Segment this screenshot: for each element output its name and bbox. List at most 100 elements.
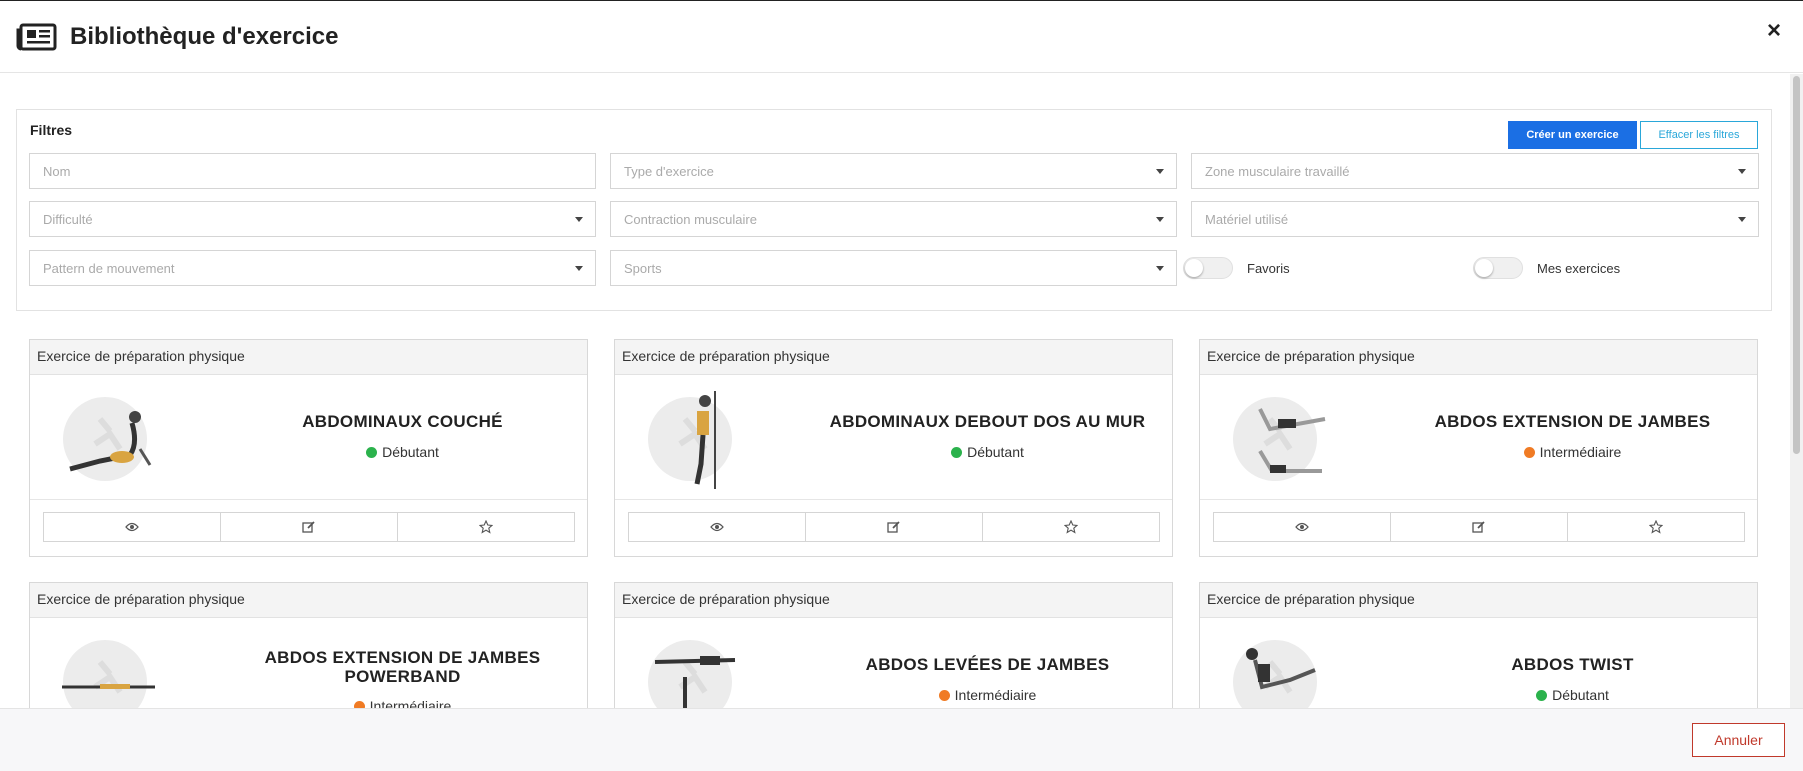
my-exercises-toggle-group: Mes exercices xyxy=(1473,257,1620,279)
exercise-illustration xyxy=(63,397,152,481)
star-icon xyxy=(1649,520,1663,534)
close-button[interactable]: × xyxy=(1767,19,1781,43)
movement-pattern-select[interactable]: Pattern de mouvement xyxy=(29,250,596,286)
difficulty-label: Débutant xyxy=(382,444,439,460)
edit-icon xyxy=(1472,521,1485,533)
exercise-card-body: ABDOMINAUX COUCHÉ Débutant xyxy=(30,375,587,500)
difficulty-dot xyxy=(1523,446,1535,458)
difficulty-badge: Débutant xyxy=(815,444,1160,460)
modal-header: Bibliothèque d'exercice × xyxy=(0,1,1803,73)
caret-down-icon xyxy=(1156,217,1164,222)
difficulty-dot xyxy=(366,446,378,458)
scrollbar-thumb[interactable] xyxy=(1793,76,1800,454)
exercise-card: Exercice de préparation physique ABDOS T… xyxy=(1199,582,1758,708)
favorite-button[interactable] xyxy=(1567,512,1745,542)
difficulty-badge: Intermédiaire xyxy=(230,698,575,708)
difficulty-dot xyxy=(353,700,365,708)
contraction-placeholder: Contraction musculaire xyxy=(624,211,757,227)
view-button[interactable] xyxy=(628,512,806,542)
sports-select[interactable]: Sports xyxy=(610,250,1177,286)
caret-down-icon xyxy=(575,217,583,222)
view-button[interactable] xyxy=(43,512,221,542)
difficulty-label: Débutant xyxy=(1552,687,1609,703)
difficulty-label: Débutant xyxy=(967,444,1024,460)
edit-button[interactable] xyxy=(805,512,983,542)
difficulty-badge: Intermédiaire xyxy=(815,687,1160,703)
eye-icon xyxy=(125,522,139,532)
difficulty-select[interactable]: Difficulté xyxy=(29,201,596,237)
exercise-type-select[interactable]: Type d'exercice xyxy=(610,153,1177,189)
exercise-category: Exercice de préparation physique xyxy=(1200,340,1757,375)
card-actions xyxy=(30,500,587,556)
edit-button[interactable] xyxy=(220,512,398,542)
movement-pattern-placeholder: Pattern de mouvement xyxy=(43,260,175,276)
name-input-placeholder: Nom xyxy=(43,163,71,179)
difficulty-label: Intermédiaire xyxy=(1539,444,1622,460)
card-actions xyxy=(615,500,1172,556)
filters-panel: Filtres Créer un exercice Effacer les fi… xyxy=(16,109,1772,311)
equipment-placeholder: Matériel utilisé xyxy=(1205,211,1289,227)
newspaper-icon xyxy=(16,23,57,50)
equipment-select[interactable]: Matériel utilisé xyxy=(1191,201,1759,237)
exercise-name: ABDOS EXTENSION DE JAMBES POWERBAND xyxy=(264,648,541,686)
difficulty-label: Intermédiaire xyxy=(369,698,452,708)
exercise-category: Exercice de préparation physique xyxy=(615,340,1172,375)
modal-footer: Annuler xyxy=(0,708,1803,771)
exercise-illustration xyxy=(648,640,736,708)
edit-icon xyxy=(887,521,900,533)
favorite-button[interactable] xyxy=(982,512,1160,542)
edit-button[interactable] xyxy=(1390,512,1568,542)
favorite-button[interactable] xyxy=(397,512,575,542)
cancel-button[interactable]: Annuler xyxy=(1692,723,1785,757)
exercise-illustration xyxy=(62,640,155,708)
exercise-library-modal: Bibliothèque d'exercice × Filtres Créer … xyxy=(0,0,1803,771)
eye-icon xyxy=(710,522,724,532)
create-exercise-button[interactable]: Créer un exercice xyxy=(1508,121,1637,149)
exercise-name: ABDOMINAUX DEBOUT DOS AU MUR xyxy=(829,412,1146,431)
clear-filters-button[interactable]: Effacer les filtres xyxy=(1640,121,1758,149)
caret-down-icon xyxy=(1156,266,1164,271)
exercise-category: Exercice de préparation physique xyxy=(1200,583,1757,618)
exercise-card: Exercice de préparation physique ABDOMIN… xyxy=(614,339,1173,557)
difficulty-badge: Débutant xyxy=(1400,687,1745,703)
exercise-card-body: ABDOS LEVÉES DE JAMBES Intermédiaire xyxy=(615,618,1172,708)
exercise-card-body: ABDOS EXTENSION DE JAMBES POWERBAND Inte… xyxy=(30,618,587,708)
my-exercises-toggle[interactable] xyxy=(1473,257,1523,279)
edit-icon xyxy=(302,521,315,533)
contraction-select[interactable]: Contraction musculaire xyxy=(610,201,1177,237)
filters-title: Filtres xyxy=(30,122,73,138)
exercise-illustration xyxy=(648,391,732,489)
exercise-card-body: ABDOMINAUX DEBOUT DOS AU MUR Débutant xyxy=(615,375,1172,500)
exercise-card: Exercice de préparation physique ABDOS E… xyxy=(29,582,588,708)
exercise-name: ABDOS EXTENSION DE JAMBES xyxy=(1434,412,1711,431)
difficulty-dot xyxy=(1536,689,1548,701)
favorites-toggle-group: Favoris xyxy=(1183,257,1290,279)
exercise-card-body: ABDOS EXTENSION DE JAMBES Intermédiaire xyxy=(1200,375,1757,500)
exercise-illustration xyxy=(1233,640,1317,708)
favorites-toggle[interactable] xyxy=(1183,257,1233,279)
exercise-card: Exercice de préparation physique ABDOS L… xyxy=(614,582,1173,708)
modal-title: Bibliothèque d'exercice xyxy=(70,22,339,50)
caret-down-icon xyxy=(1738,217,1746,222)
name-input[interactable]: Nom xyxy=(29,153,596,189)
difficulty-placeholder: Difficulté xyxy=(43,211,93,227)
favorites-label: Favoris xyxy=(1247,260,1290,276)
exercise-category: Exercice de préparation physique xyxy=(30,340,587,375)
toggle-knob xyxy=(1185,259,1203,277)
modal-scrollbar[interactable] xyxy=(1790,74,1803,708)
exercise-category: Exercice de préparation physique xyxy=(30,583,587,618)
caret-down-icon xyxy=(575,266,583,271)
exercise-card: Exercice de préparation physique ABDOMIN… xyxy=(29,339,588,557)
muscle-zone-select[interactable]: Zone musculaire travaillé xyxy=(1191,153,1759,189)
difficulty-badge: Intermédiaire xyxy=(1400,444,1745,460)
sports-placeholder: Sports xyxy=(624,260,662,276)
my-exercises-label: Mes exercices xyxy=(1537,260,1621,276)
caret-down-icon xyxy=(1738,169,1746,174)
modal-body: Filtres Créer un exercice Effacer les fi… xyxy=(0,74,1790,708)
exercise-category: Exercice de préparation physique xyxy=(615,583,1172,618)
caret-down-icon xyxy=(1156,169,1164,174)
star-icon xyxy=(1064,520,1078,534)
exercise-name: ABDOS LEVÉES DE JAMBES xyxy=(865,655,1110,674)
view-button[interactable] xyxy=(1213,512,1391,542)
difficulty-dot xyxy=(938,689,950,701)
